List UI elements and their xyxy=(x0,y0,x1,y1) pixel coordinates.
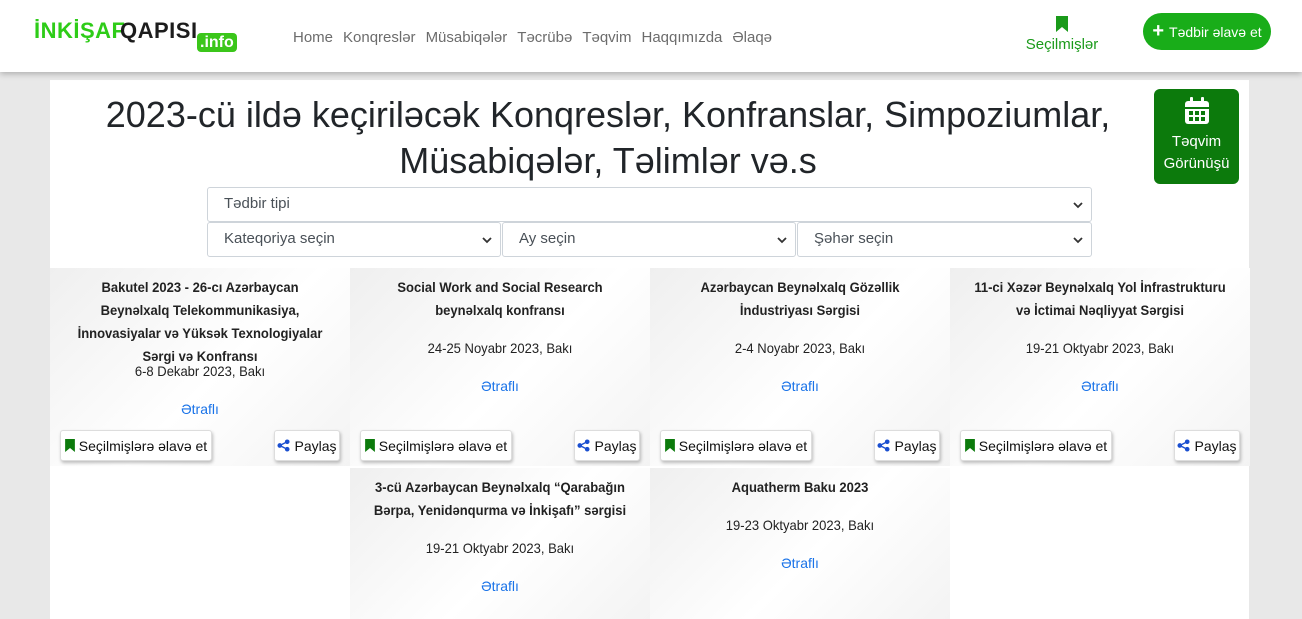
event-more-link[interactable]: Ətraflı xyxy=(350,578,650,594)
share-label: Paylaş xyxy=(294,437,337,454)
calendar-icon xyxy=(1184,97,1209,124)
share-icon xyxy=(577,439,591,452)
event-more-link[interactable]: Ətraflı xyxy=(650,555,950,571)
add-to-favorites-button[interactable]: Seçilmişlərə əlavə et xyxy=(60,430,212,461)
add-to-favorites-button[interactable]: Seçilmişlərə əlavə et xyxy=(360,430,512,461)
bookmark-icon xyxy=(64,439,75,452)
event-more-link[interactable]: Ətraflı xyxy=(350,378,650,394)
event-more-link[interactable]: Ətraflı xyxy=(650,378,950,394)
event-card: 3-cü Azərbaycan Beynəlxalq “Qarabağın Bə… xyxy=(350,468,650,619)
bookmark-icon xyxy=(664,439,675,452)
bookmark-icon xyxy=(1056,16,1068,32)
event-date: 19-21 Oktyabr 2023, Bakı xyxy=(425,540,575,556)
main-nav: Home Konqreslər Müsabiqələr Təcrübə Təqv… xyxy=(293,29,782,46)
event-date: 6-8 Dekabr 2023, Bakı xyxy=(134,363,266,379)
share-button[interactable]: Paylaş xyxy=(874,430,940,461)
site-logo[interactable]: İNKİŞAF QAPISI .info xyxy=(34,18,244,54)
share-label: Paylaş xyxy=(1194,437,1237,454)
event-title: 3-cü Azərbaycan Beynəlxalq “Qarabağın Bə… xyxy=(373,479,627,518)
logo-part-3: .info xyxy=(197,33,237,52)
chevron-down-icon xyxy=(1073,237,1083,244)
chevron-down-icon xyxy=(777,237,787,244)
event-title: 11-ci Xəzər Beynəlxalq Yol İnfrastruktur… xyxy=(974,279,1226,318)
category-value: Kateqoriya seçin xyxy=(224,230,335,247)
nav-congresses[interactable]: Konqreslər xyxy=(343,29,416,46)
top-navbar: İNKİŞAF QAPISI .info Home Konqreslər Müs… xyxy=(0,0,1302,72)
event-card: 11-ci Xəzər Beynəlxalq Yol İnfrastruktur… xyxy=(950,268,1250,466)
event-card: Aquatherm Baku 2023 19-23 Oktyabr 2023, … xyxy=(650,468,950,619)
nav-about[interactable]: Haqqımızda xyxy=(642,29,723,46)
event-more-link[interactable]: Ətraflı xyxy=(950,378,1250,394)
calendar-view-label: Təqvim Görünüşü xyxy=(1163,133,1230,172)
event-date: 24-25 Noyabr 2023, Bakı xyxy=(427,340,573,356)
event-date: 19-23 Oktyabr 2023, Bakı xyxy=(725,517,875,533)
nav-contact[interactable]: Əlaqə xyxy=(732,29,772,46)
nav-internship[interactable]: Təcrübə xyxy=(517,29,572,46)
add-event-button[interactable]: + Tədbir əlavə et xyxy=(1143,13,1271,50)
category-select[interactable]: Kateqoriya seçin xyxy=(207,222,501,257)
add-to-favorites-label: Seçilmişlərə əlavə et xyxy=(78,437,208,454)
nav-calendar[interactable]: Təqvim xyxy=(582,29,631,46)
share-icon xyxy=(877,439,891,452)
city-select[interactable]: Şəhər seçin xyxy=(797,222,1092,257)
favorites-link[interactable]: Seçilmişlər xyxy=(1024,16,1100,53)
add-to-favorites-button[interactable]: Seçilmişlərə əlavə et xyxy=(960,430,1112,461)
share-button[interactable]: Paylaş xyxy=(1174,430,1240,461)
event-card: Bakutel 2023 - 26-cı Azərbaycan Beynəlxa… xyxy=(50,268,350,466)
share-label: Paylaş xyxy=(894,437,937,454)
event-title: Social Work and Social Research beynəlxa… xyxy=(397,279,603,318)
logo-part-2: QAPISI xyxy=(120,18,198,43)
add-to-favorites-label: Seçilmişlərə əlavə et xyxy=(378,437,508,454)
nav-home[interactable]: Home xyxy=(293,29,333,46)
event-type-select[interactable]: Tədbir tipi xyxy=(207,187,1092,222)
event-type-value: Tədbir tipi xyxy=(224,195,290,212)
nav-competitions[interactable]: Müsabiqələr xyxy=(426,29,508,46)
bookmark-icon xyxy=(364,439,375,452)
event-date: 19-21 Oktyabr 2023, Bakı xyxy=(1025,340,1175,356)
share-icon xyxy=(1177,439,1191,452)
page-title: 2023-cü ildə keçiriləcək Konqreslər, Kon… xyxy=(105,94,1111,181)
favorites-label: Seçilmişlər xyxy=(1025,36,1099,53)
chevron-down-icon xyxy=(482,237,492,244)
event-title: Aquatherm Baku 2023 xyxy=(731,479,869,495)
logo-part-1: İNKİŞAF xyxy=(34,18,126,43)
plus-icon: + xyxy=(1152,19,1165,42)
event-date: 2-4 Noyabr 2023, Bakı xyxy=(734,340,866,356)
event-card: Social Work and Social Research beynəlxa… xyxy=(350,268,650,466)
month-select[interactable]: Ay seçin xyxy=(502,222,796,257)
bookmark-icon xyxy=(964,439,975,452)
month-value: Ay seçin xyxy=(519,230,576,247)
add-event-label: Tədbir əlavə et xyxy=(1169,23,1262,40)
share-label: Paylaş xyxy=(594,437,637,454)
share-icon xyxy=(277,439,291,452)
share-button[interactable]: Paylaş xyxy=(274,430,340,461)
share-button[interactable]: Paylaş xyxy=(574,430,640,461)
calendar-view-button[interactable]: Təqvim Görünüşü xyxy=(1154,89,1239,184)
event-card: Azərbaycan Beynəlxalq Gözəllik İndustriy… xyxy=(650,268,950,466)
add-to-favorites-label: Seçilmişlərə əlavə et xyxy=(678,437,808,454)
main-container: 2023-cü ildə keçiriləcək Konqreslər, Kon… xyxy=(50,80,1250,619)
chevron-down-icon xyxy=(1073,202,1083,209)
event-title: Bakutel 2023 - 26-cı Azərbaycan Beynəlxa… xyxy=(77,279,323,364)
add-to-favorites-button[interactable]: Seçilmişlərə əlavə et xyxy=(660,430,812,461)
event-title: Azərbaycan Beynəlxalq Gözəllik İndustriy… xyxy=(700,279,900,318)
add-to-favorites-label: Seçilmişlərə əlavə et xyxy=(978,437,1108,454)
event-more-link[interactable]: Ətraflı xyxy=(50,401,350,417)
city-value: Şəhər seçin xyxy=(814,230,894,247)
